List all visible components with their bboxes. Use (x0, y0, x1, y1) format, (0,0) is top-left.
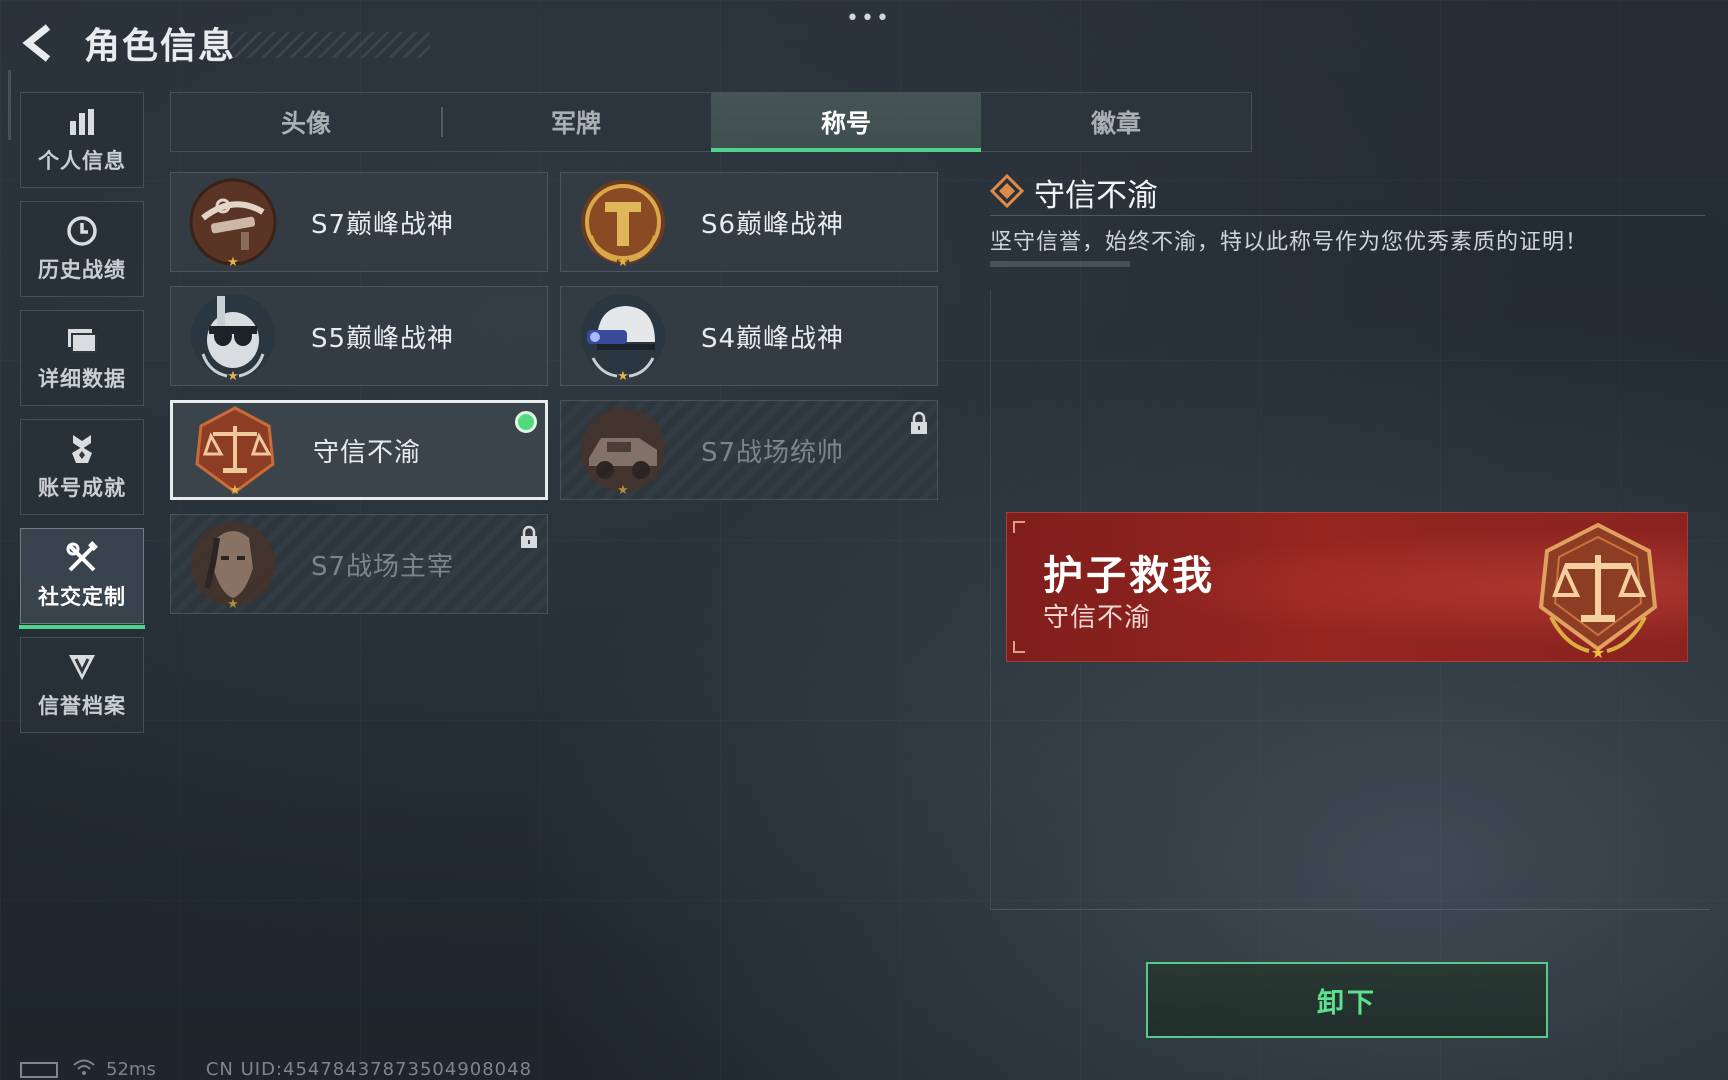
diamond-badge-icon (989, 173, 1025, 212)
battery-icon (20, 1061, 58, 1078)
detail-header: 守信不渝 (989, 170, 1158, 215)
title-card-s5-peak[interactable]: ★ S5巅峰战神 (170, 286, 548, 386)
title-name: S7巅峰战神 (311, 209, 455, 240)
category-tabs: 头像 军牌 称号 徽章 (170, 92, 1252, 152)
gold-shield-emblem-icon: ★ (577, 176, 669, 270)
wifi-icon (72, 1058, 96, 1080)
sidebar-item-personal-info[interactable]: 个人信息 (20, 92, 144, 188)
clock-icon (65, 214, 99, 248)
detail-title: 守信不渝 (1034, 178, 1158, 214)
title-name: S7战场主宰 (311, 551, 455, 582)
title-banner-preview: 护子救我 守信不渝 ★ (1006, 512, 1688, 662)
title-name: S7战场统帅 (701, 437, 845, 468)
vehicle-emblem-icon: ★ (577, 404, 669, 498)
status-bar: 52ms CN UID:454784378735049080​48 (20, 1058, 532, 1080)
sidebar-item-label: 账号成就 (38, 476, 126, 500)
title-card-s7-dominator[interactable]: ★ S7战场主宰 (170, 514, 548, 614)
title-name: S5巅峰战神 (311, 323, 455, 354)
warrior-emblem-icon: ★ (187, 518, 279, 612)
ping-value: 52ms (106, 1059, 156, 1080)
player-name: 护子救我 (1043, 553, 1215, 599)
unequip-button-label: 卸下 (1317, 987, 1377, 1019)
star-icon: ★ (227, 369, 239, 384)
more-dots-icon[interactable]: ••• (846, 6, 891, 31)
title-card-keep-faith[interactable]: ★ 守信不渝 (170, 400, 548, 500)
sidebar-item-label: 社交定制 (38, 585, 126, 609)
banner-title: 守信不渝 (1043, 603, 1152, 633)
crossbow-emblem-icon: ★ (187, 176, 279, 270)
sidebar-item-label: 信誉档案 (38, 694, 126, 718)
sidebar-item-label: 个人信息 (38, 149, 126, 173)
helmet-emblem-icon: ★ (577, 290, 669, 384)
tab-title[interactable]: 称号 (711, 93, 981, 152)
title-card-s7-commander[interactable]: ★ S7战场统帅 (560, 400, 938, 500)
shield-badge-icon (65, 650, 99, 684)
sidebar-item-social-custom[interactable]: 社交定制 (19, 528, 145, 629)
sidebar-item-reputation[interactable]: 信誉档案 (20, 637, 144, 733)
divider (990, 215, 1705, 216)
title-card-s6-peak[interactable]: ★ S6巅峰战神 (560, 172, 938, 272)
tab-avatar[interactable]: 头像 (171, 93, 441, 151)
sidebar-item-history[interactable]: 历史战绩 (20, 201, 144, 297)
back-arrow-icon[interactable] (20, 21, 60, 65)
lock-icon (909, 411, 929, 435)
sidebar-rail (8, 70, 11, 140)
lock-icon (519, 525, 539, 549)
star-icon: ★ (617, 369, 629, 384)
star-icon: ★ (227, 597, 239, 612)
detail-subtext (990, 261, 1130, 267)
title-card-s4-peak[interactable]: ★ S4巅峰战神 (560, 286, 938, 386)
folder-icon (65, 323, 99, 357)
title-decoration (230, 32, 430, 58)
detail-description: 坚守信誉，始终不渝，特以此称号作为您优秀素质的证明！ (990, 230, 1589, 255)
star-icon: ★ (227, 255, 239, 270)
tab-dog-tag[interactable]: 军牌 (441, 93, 711, 151)
tab-badge[interactable]: 徽章 (981, 93, 1251, 151)
diver-skull-emblem-icon: ★ (187, 290, 279, 384)
title-card-s7-peak[interactable]: ★ S7巅峰战神 (170, 172, 548, 272)
scales-emblem-icon: ★ (189, 404, 281, 498)
sidebar-item-label: 历史战绩 (38, 258, 126, 282)
page-title: 角色信息 (84, 26, 237, 67)
star-icon: ★ (617, 483, 629, 498)
player-uid: CN UID:454784378735049080​48 (205, 1059, 533, 1080)
sidebar-item-label: 详细数据 (38, 367, 126, 391)
header: 角色信息 (20, 18, 430, 68)
tools-icon (65, 541, 99, 575)
equipped-indicator (515, 411, 537, 433)
unequip-button[interactable]: 卸下 (1146, 962, 1548, 1038)
scales-emblem-icon: ★ (1531, 521, 1665, 662)
bar-chart-icon (65, 105, 99, 139)
sidebar: 个人信息 历史战绩 详细数据 账号成就 社交定制 信誉档案 (19, 92, 145, 746)
medal-icon (65, 432, 99, 466)
sidebar-item-detailed-data[interactable]: 详细数据 (20, 310, 144, 406)
star-icon: ★ (229, 483, 241, 498)
title-name: 守信不渝 (313, 437, 422, 468)
title-name: S4巅峰战神 (701, 323, 845, 354)
star-icon: ★ (617, 255, 629, 270)
sidebar-item-achievements[interactable]: 账号成就 (20, 419, 144, 515)
svg-text:★: ★ (1591, 643, 1605, 659)
title-name: S6巅峰战神 (701, 209, 845, 240)
